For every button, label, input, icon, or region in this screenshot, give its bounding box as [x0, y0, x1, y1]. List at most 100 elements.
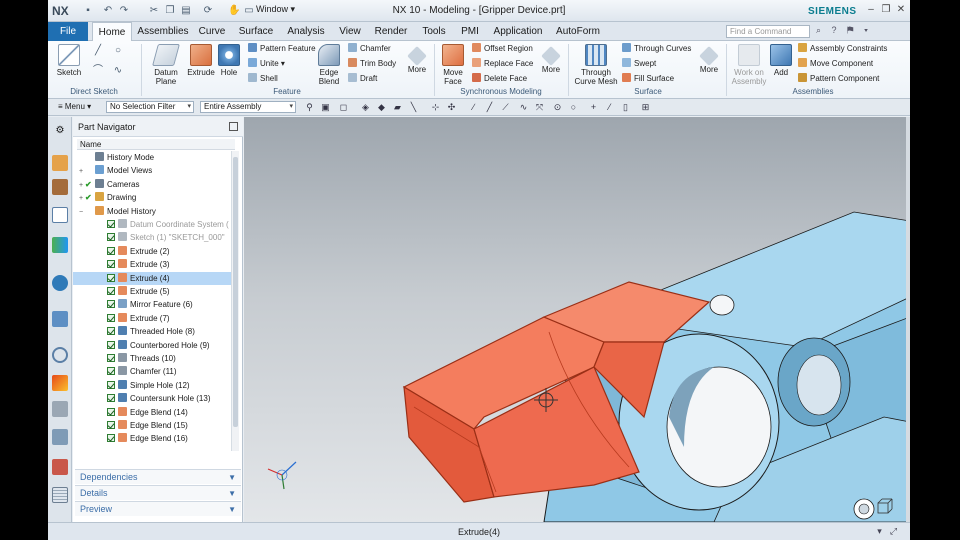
- suppress-checkbox[interactable]: [107, 340, 115, 349]
- suppress-checkbox[interactable]: [107, 407, 115, 416]
- details-panel-toggle[interactable]: Details ▼: [75, 485, 241, 500]
- tree-row[interactable]: + ✔ Cameras: [73, 178, 233, 191]
- delete-face-button[interactable]: Delete Face: [472, 73, 527, 85]
- tab-render[interactable]: Render: [370, 22, 412, 41]
- select-all-icon[interactable]: ▣: [320, 102, 331, 113]
- feature-more-button[interactable]: More: [404, 44, 430, 74]
- suppress-checkbox[interactable]: [107, 246, 115, 255]
- reuse-library-icon[interactable]: [52, 237, 68, 253]
- web-browser-icon[interactable]: [52, 275, 68, 291]
- replace-face-button[interactable]: Replace Face: [472, 58, 533, 70]
- point-on-curve-icon[interactable]: ⁄: [604, 102, 615, 113]
- arc-center-icon[interactable]: ⊙: [552, 102, 563, 113]
- suppress-checkbox[interactable]: [107, 300, 115, 309]
- tab-analysis[interactable]: Analysis: [282, 22, 330, 41]
- snap-endpoint-icon[interactable]: ⊹: [430, 102, 441, 113]
- clock-icon[interactable]: [52, 347, 68, 363]
- tab-autoform[interactable]: AutoForm: [552, 22, 604, 41]
- tree-row[interactable]: Extrude (2): [73, 245, 233, 258]
- deselect-icon[interactable]: ◻: [338, 102, 349, 113]
- line-icon[interactable]: ╱: [92, 45, 104, 57]
- edge-select-icon[interactable]: ╲: [408, 102, 419, 113]
- paste-icon[interactable]: ▤: [180, 5, 192, 17]
- fullscreen-icon[interactable]: ⤢: [888, 526, 899, 537]
- cut-icon[interactable]: ✂: [148, 5, 160, 17]
- line-snap-icon[interactable]: ╱: [484, 102, 495, 113]
- system-scenes-icon[interactable]: [52, 459, 68, 475]
- suppress-checkbox[interactable]: [107, 380, 115, 389]
- graphics-viewport[interactable]: [244, 117, 910, 522]
- tree-row[interactable]: Countersunk Hole (13): [73, 392, 233, 405]
- process-studio-icon[interactable]: [52, 375, 68, 391]
- copy-icon[interactable]: ❐: [164, 5, 176, 17]
- offset-region-button[interactable]: Offset Region: [472, 43, 533, 55]
- tree-row[interactable]: Extrude (4): [73, 271, 233, 285]
- manufacturing-wizard-icon[interactable]: [52, 401, 68, 417]
- part-navigator-icon[interactable]: [52, 207, 68, 223]
- filter-icon[interactable]: ⚲: [304, 102, 315, 113]
- tree-row[interactable]: Threads (10): [73, 352, 233, 365]
- assembly-navigator-icon[interactable]: [52, 155, 68, 171]
- suppress-checkbox[interactable]: [107, 287, 115, 295]
- tab-application[interactable]: Application: [488, 22, 548, 41]
- trim-body-button[interactable]: Trim Body: [348, 58, 396, 70]
- tree-row[interactable]: Threaded Hole (8): [73, 325, 233, 338]
- tree-row[interactable]: Extrude (7): [73, 312, 233, 325]
- expander-icon[interactable]: +: [79, 165, 85, 178]
- suppress-checkbox[interactable]: [107, 233, 115, 242]
- tab-tools[interactable]: Tools: [416, 22, 452, 41]
- scrollbar-thumb[interactable]: [233, 157, 238, 427]
- arc-icon[interactable]: ⌒: [92, 65, 104, 77]
- swept-button[interactable]: Swept: [622, 58, 656, 70]
- close-icon[interactable]: ✕: [894, 3, 908, 17]
- tab-surface[interactable]: Surface: [234, 22, 278, 41]
- suppress-checkbox[interactable]: [107, 313, 115, 322]
- synchronous-more-button[interactable]: More: [538, 44, 564, 74]
- undo-icon[interactable]: ↶: [102, 5, 114, 17]
- move-component-button[interactable]: Move Component: [798, 58, 873, 70]
- constraint-navigator-icon[interactable]: [52, 179, 68, 195]
- visibility-check-icon[interactable]: ✔: [85, 191, 93, 204]
- tree-row[interactable]: Chamfer (11): [73, 365, 233, 378]
- maximize-icon[interactable]: [229, 122, 238, 131]
- gear-icon[interactable]: ⚙: [52, 123, 68, 139]
- move-face-button[interactable]: Move Face: [436, 44, 470, 86]
- sketch-button[interactable]: Sketch: [54, 44, 84, 77]
- status-dropdown-icon[interactable]: ▾: [874, 526, 885, 537]
- tree-row[interactable]: Simple Hole (12): [73, 379, 233, 392]
- datum-plane-button[interactable]: Datum Plane: [146, 44, 186, 86]
- restore-icon[interactable]: ❐: [879, 3, 893, 17]
- tree-row[interactable]: Counterbored Hole (9): [73, 339, 233, 352]
- suppress-checkbox[interactable]: [107, 260, 115, 269]
- add-component-button[interactable]: Add: [770, 44, 792, 77]
- assembly-constraints-button[interactable]: Assembly Constraints: [798, 43, 887, 55]
- body-select-icon[interactable]: ◆: [376, 102, 387, 113]
- existing-point-icon[interactable]: +: [588, 102, 599, 113]
- fill-surface-button[interactable]: Fill Surface: [622, 73, 674, 85]
- ribbon-options-icons[interactable]: ⌕ ? ⚑ ▾: [816, 25, 872, 36]
- tree-row[interactable]: History Mode: [73, 151, 233, 164]
- tree-row[interactable]: Edge Blend (14): [73, 406, 233, 419]
- suppress-checkbox[interactable]: [107, 354, 115, 362]
- tree-row[interactable]: Sketch (1) "SKETCH_000": [73, 231, 233, 244]
- model-view[interactable]: [244, 117, 910, 522]
- pattern-feature-button[interactable]: Pattern Feature: [248, 43, 316, 55]
- chamfer-button[interactable]: Chamfer: [348, 43, 391, 55]
- command-search-input[interactable]: Find a Command: [726, 25, 810, 38]
- tab-assemblies[interactable]: Assemblies: [136, 22, 190, 41]
- hole-button[interactable]: Hole: [216, 44, 242, 77]
- expander-icon[interactable]: −: [79, 206, 85, 219]
- small-top-hole[interactable]: [709, 294, 735, 316]
- repeat-command-icon[interactable]: ⟳: [202, 5, 214, 17]
- dependencies-panel-toggle[interactable]: Dependencies ▼: [75, 469, 241, 484]
- edge-blend-button[interactable]: Edge Blend: [314, 44, 344, 86]
- window-menu[interactable]: Window ▾: [256, 4, 295, 15]
- draft-button[interactable]: Draft: [348, 73, 377, 85]
- minimize-icon[interactable]: –: [864, 3, 878, 17]
- tree-row[interactable]: Extrude (3): [73, 258, 233, 271]
- tab-file[interactable]: File: [48, 22, 88, 41]
- preview-panel-toggle[interactable]: Preview ▼: [75, 501, 241, 516]
- mid-point-icon[interactable]: ⟋: [500, 102, 511, 113]
- face-select-icon[interactable]: ▰: [392, 102, 403, 113]
- control-point-icon[interactable]: ∿: [518, 102, 529, 113]
